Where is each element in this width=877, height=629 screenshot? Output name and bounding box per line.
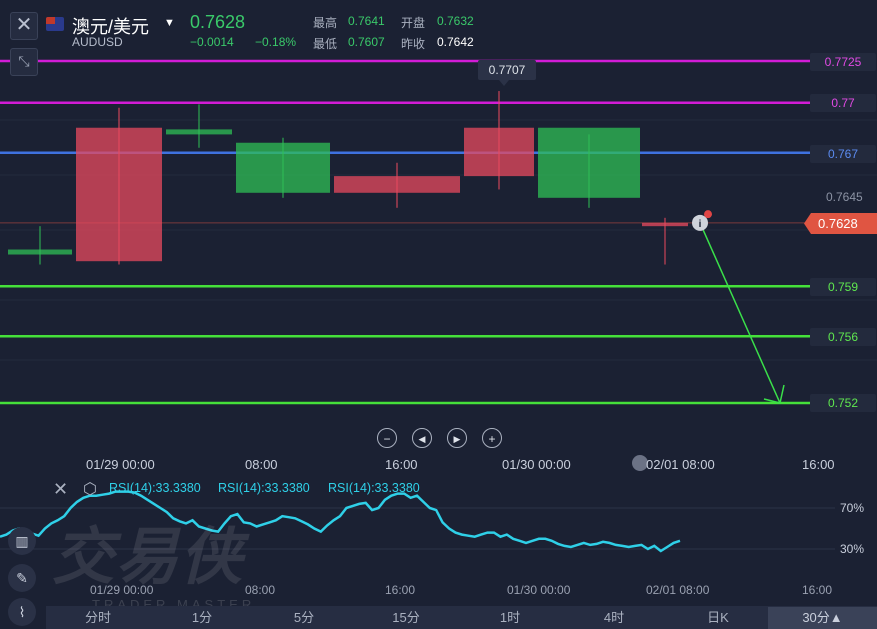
collapse-button[interactable]: ⤡ <box>10 48 38 76</box>
high-label: 最高 <box>313 16 338 30</box>
cluster-body <box>76 127 162 262</box>
cluster-body <box>464 127 534 177</box>
high-value: 0.7641 <box>348 14 385 28</box>
open-value: 0.7632 <box>437 14 474 28</box>
timeframe-tab[interactable]: 4时 <box>588 607 640 629</box>
rsi-x-tick: 16:00 <box>385 583 416 597</box>
x-tick: 01/29 00:00 <box>86 457 155 472</box>
current-price-tag: 0.7628 <box>804 213 877 234</box>
x-tick: 16:00 <box>802 457 835 472</box>
x-tick: 02/01 08:00 <box>646 457 715 472</box>
zoom-in-button[interactable]: + <box>482 428 502 448</box>
rsi-x-tick: 08:00 <box>245 583 276 597</box>
callout-pointer <box>499 80 509 86</box>
price-label-0.767: 0.767 <box>810 145 876 163</box>
x-tick: 16:00 <box>385 457 418 472</box>
x-tick: 01/30 00:00 <box>502 457 571 472</box>
close-icon[interactable]: ✕ <box>16 14 33 36</box>
rsi-label: RSI(14):33.3380 <box>109 481 201 495</box>
settings-icon[interactable]: ⬡ <box>83 479 97 499</box>
rsi-label: RSI(14):33.3380 <box>328 481 420 495</box>
pencil-icon[interactable]: ✎ <box>16 570 28 586</box>
bar-chart-tool-button[interactable]: ▥ <box>8 527 36 555</box>
x-tick: 08:00 <box>245 457 278 472</box>
price-label-0.77: 0.77 <box>810 94 876 112</box>
bar-chart-icon[interactable]: ▥ <box>15 533 28 549</box>
low-value: 0.7607 <box>348 35 385 49</box>
rsi-label: RSI(14):33.3380 <box>218 481 310 495</box>
australia-flag-icon <box>46 17 64 31</box>
axis-tick-0.7645: 0.7645 <box>826 190 863 204</box>
cluster-body <box>642 222 688 227</box>
price-label-0.752: 0.752 <box>810 394 876 412</box>
shrink-arrows-icon[interactable]: ⤡ <box>18 53 29 69</box>
header: ✕ 澳元/美元 ▼ AUDUSD 0.7628 −0.0014 −0.18% 最… <box>0 0 877 52</box>
price-change-percent: −0.18% <box>255 35 297 49</box>
rsi-level-label: 30% <box>840 542 865 556</box>
high-callout: 0.7707 <box>478 60 536 80</box>
rsi-x-tick: 01/30 00:00 <box>507 583 571 597</box>
timeframe-tab[interactable]: 1时 <box>484 607 536 629</box>
price-label-0.756: 0.756 <box>810 328 876 346</box>
prev-close-value: 0.7642 <box>437 35 474 49</box>
close-indicator-icon[interactable]: ✕ <box>53 479 68 500</box>
low-label: 最低 <box>313 37 338 51</box>
cluster-body <box>334 176 460 193</box>
timeframe-tab[interactable]: 15分 <box>380 607 432 629</box>
cluster-body <box>236 142 330 193</box>
cluster-body <box>538 127 640 198</box>
timeframe-tab[interactable]: 1分 <box>176 607 228 629</box>
instrument-symbol: AUDUSD <box>72 35 123 49</box>
price-label-0.759: 0.759 <box>810 278 876 296</box>
scroll-forward-button[interactable]: ▶ <box>447 428 467 448</box>
price-label-0.7725: 0.7725 <box>810 53 876 71</box>
timeframe-tab-active[interactable]: 30分▲ <box>768 607 877 629</box>
rsi-x-tick: 02/01 08:00 <box>646 583 710 597</box>
prev-close-label: 昨收 <box>401 37 426 51</box>
rsi-x-tick: 16:00 <box>802 583 833 597</box>
line-chart-icon[interactable]: ⌇ <box>19 604 26 620</box>
indicator-tool-button[interactable]: ⌇ <box>8 598 36 626</box>
timeframe-toolbar <box>46 606 877 629</box>
open-label: 开盘 <box>401 16 426 30</box>
alert-dot-icon <box>704 210 712 219</box>
current-price: 0.7628 <box>190 12 246 32</box>
watermark-logo: 交易侠 <box>52 523 245 592</box>
info-marker-glyph: i <box>699 219 702 230</box>
draw-tool-button[interactable]: ✎ <box>8 564 36 592</box>
timeframe-tab[interactable]: 5分 <box>278 607 330 629</box>
close-button[interactable]: ✕ <box>10 12 38 40</box>
price-change: −0.0014 <box>190 35 234 49</box>
chevron-down-icon[interactable]: ▼ <box>164 17 175 29</box>
current-price-tag-label: 0.7628 <box>818 216 858 231</box>
timeframe-tab[interactable]: 日K <box>692 607 744 629</box>
cluster-body <box>166 129 232 135</box>
projection-arrow <box>699 222 781 404</box>
scroll-back-button[interactable]: ◀ <box>412 428 432 448</box>
zoom-out-button[interactable]: − <box>377 428 397 448</box>
timeframe-tab[interactable]: 分时 <box>72 607 124 629</box>
rsi-level-label: 70% <box>840 501 865 515</box>
cluster-body <box>8 249 72 255</box>
